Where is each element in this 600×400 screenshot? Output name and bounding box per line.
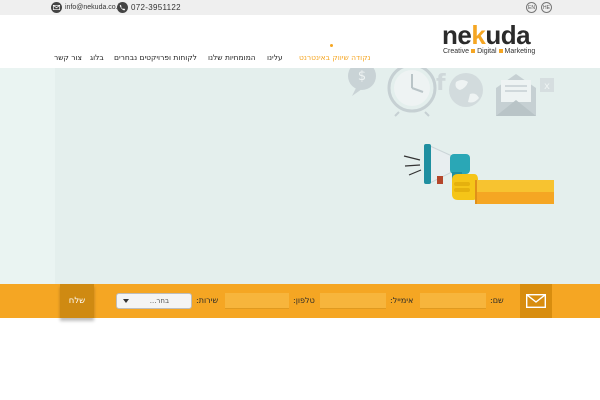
email-contact[interactable]: info@nekuda.co.il [51,2,121,13]
megaphone-icon [403,144,554,204]
nav-item-home[interactable]: נקודה שיווק באינטרנט [299,53,371,62]
top-bar: info@nekuda.co.il 072-3951122 EN HE [0,0,600,15]
name-label: שם: [490,296,504,305]
phone-label: טלפון: [293,296,315,305]
phone-input[interactable] [225,293,289,309]
envelope-icon [51,2,62,13]
main-nav: נקודה שיווק באינטרנט עלינו המומחיות שלנו… [0,53,600,63]
globe-icon [449,73,483,107]
nav-item-blog[interactable]: בלוג [90,53,104,62]
phone-text: 072-3951122 [131,3,181,12]
lang-en-button[interactable]: EN [526,2,537,13]
envelope-icon [496,74,536,116]
hero-banner: $ f x [0,68,600,284]
service-select[interactable]: בחר... [116,293,192,309]
form-mail-badge [520,284,552,318]
svg-text:$: $ [358,69,366,84]
logo-wordmark: nekuda [442,20,531,50]
dollar-bubble-icon: $ [348,68,376,96]
svg-text:f: f [436,71,446,96]
envelope-icon [526,294,546,308]
clock-icon [387,68,437,117]
phone-contact[interactable]: 072-3951122 [117,2,181,13]
phone-icon [117,2,128,13]
service-label: שירות: [196,296,219,305]
facebook-icon: f [436,71,446,96]
nav-item-contact[interactable]: צור קשר [54,53,82,62]
email-input[interactable] [320,293,386,309]
google-plus-icon: x [540,78,554,92]
svg-text:x: x [544,81,550,92]
send-button[interactable]: שלח [60,284,94,318]
nav-item-clients[interactable]: לקוחות ופרויקטים נבחרים [114,53,197,62]
chevron-down-icon [123,299,129,303]
name-input[interactable] [420,293,486,309]
email-text: info@nekuda.co.il [65,4,121,11]
nav-item-about[interactable]: עלינו [267,53,283,62]
contact-form-bar: שם: אימייל: טלפון: שירות: בחר... שלח [0,284,600,318]
service-selected-value: בחר... [149,297,169,305]
lang-he-button[interactable]: HE [541,2,552,13]
email-label: אימייל: [390,296,414,305]
nav-item-expertise[interactable]: המומחיות שלנו [208,53,256,62]
active-indicator [330,44,333,47]
